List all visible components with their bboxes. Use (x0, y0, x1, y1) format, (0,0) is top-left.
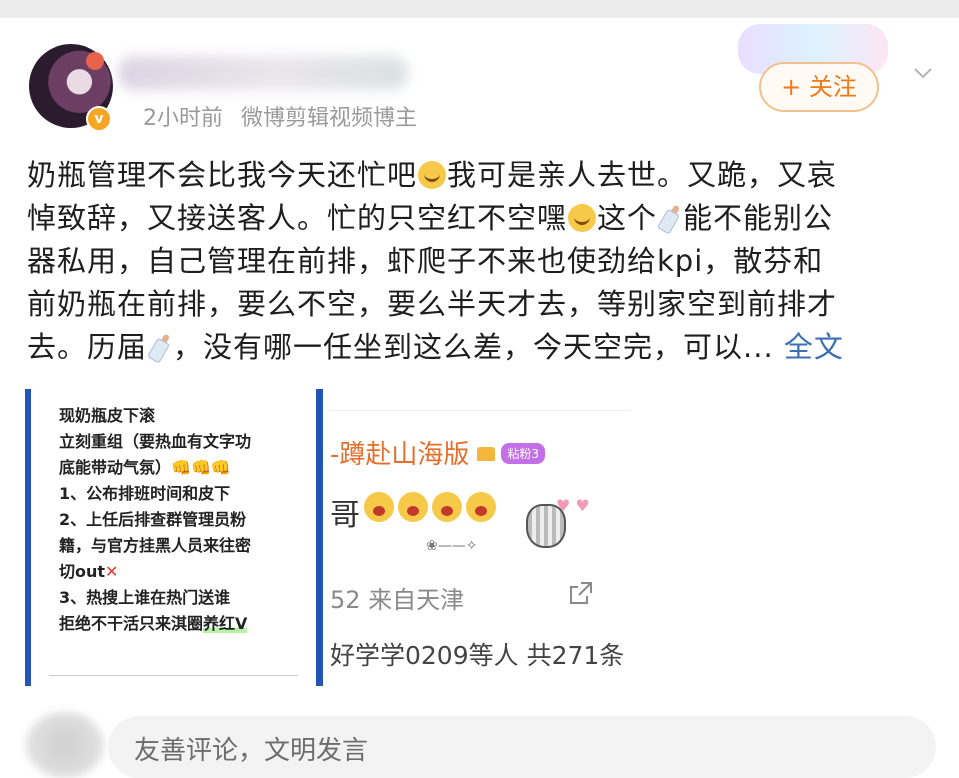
surprised-emoji (364, 492, 394, 522)
avatar-notification-dot (86, 52, 104, 70)
image-text-segment: 底能带动气氛） (59, 458, 172, 477)
chevron-down-icon[interactable] (912, 62, 934, 84)
verified-icon: v (86, 106, 112, 132)
image-text-line: 籍，与官方挂黑人员来往密 (59, 536, 252, 555)
wand-decoration: ❀——✧ (426, 538, 478, 554)
image-text-line: 现奶瓶皮下滚 (59, 406, 156, 425)
comment-placeholder: 友善评论，文明发言 (134, 736, 369, 766)
source-prefix: 52 (330, 586, 361, 614)
post-meta: 2小时前 微博剪辑视频博主 (143, 100, 417, 132)
image-text-segment: 拒绝不干活只来淇圈 (59, 614, 204, 633)
post-source: 微博剪辑视频博主 (241, 106, 418, 131)
surprised-emoji (432, 492, 462, 522)
post-text-segment: 这个 (597, 201, 658, 235)
highlighted-text: 养红V (203, 614, 248, 633)
post-text-segment: 前奶瓶在前排，要么不空，要么半天才去，等别家空到前排才 (27, 287, 838, 321)
follow-button[interactable]: + 关注 (759, 62, 879, 112)
fan-level-badge: 粘粉3 (501, 443, 546, 464)
hearts-icon: ♥ ♥ (556, 496, 590, 515)
surprised-emoji (398, 492, 428, 522)
share-icon[interactable] (568, 580, 594, 606)
name-tail: 哥 (330, 498, 360, 533)
image-left-text: 现奶瓶皮下滚 立刻重组（要热血有文字功 底能带动气氛）👊👊👊 1、公布排班时间和… (59, 403, 251, 637)
post-text-segment: 悼致辞，又接送客人。忙的只空红不空嘿 (27, 201, 568, 235)
post-text-segment: 器私用，自己管理在前排，虾爬子不来也使劲给kpi，散芬和 (27, 244, 824, 278)
image-source-line: 52 来自天津 (330, 580, 464, 615)
post-text-segment: 能不能别公 (683, 201, 834, 235)
post-text-segment: ，没有哪一任坐到这么差，今天空完，可以... (173, 330, 774, 364)
source-location: 来自天津 (368, 586, 465, 614)
comment-input[interactable]: 友善评论，文明发言 (108, 716, 936, 778)
commenter-avatar (26, 712, 104, 778)
image-text-line: 1、公布排班时间和皮下 (59, 484, 231, 503)
post-image-left[interactable]: 现奶瓶皮下滚 立刻重组（要热血有文字功 底能带动气氛）👊👊👊 1、公布排班时间和… (25, 389, 323, 686)
top-strip (0, 0, 959, 18)
baby-bottle-emoji (146, 332, 173, 365)
fist-emoji: 👊👊👊 (171, 458, 231, 477)
image-text-line: 拒绝不干活只来淇圈养红V (59, 611, 251, 637)
image-right-title: -蹲赴山海版 粘粉3 (330, 434, 546, 471)
post-time: 2小时前 (143, 106, 223, 131)
fan-group-title: -蹲赴山海版 (330, 440, 470, 470)
baby-bottle-emoji (656, 203, 683, 236)
post-text-lines: 悼致辞，又接送客人。忙的只空红不空嘿 这个 能不能别公 器私用，自己管理在前排，虾爬… (27, 154, 932, 369)
author-name-blurred[interactable] (118, 56, 408, 90)
crown-icon (477, 447, 496, 461)
post-text-segment: 去。历届 (27, 330, 148, 364)
image-text-line: 2、上任后排查群管理员粉 (59, 510, 247, 529)
cross-icon: ✕ (105, 562, 119, 581)
image-text-line: 底能带动气氛）👊👊👊 (59, 455, 251, 481)
image-text-line: 3、热搜上谁在热门送谁 (59, 588, 231, 607)
image-text-line: 切out✕ (59, 559, 251, 585)
sweat-smile-emoji (568, 204, 597, 232)
image-text-line: 立刻重组（要热血有文字功 (59, 432, 252, 451)
image-divider (330, 410, 630, 411)
surprised-emoji (466, 492, 496, 522)
image-divider (49, 675, 298, 676)
post-image-right[interactable]: -蹲赴山海版 粘粉3 哥 ♥ ♥ ❀——✧ 52 来自天津 好学学0209等人 共… (330, 404, 630, 686)
image-text-segment: 切out (59, 562, 106, 581)
likes-summary: 好学学0209等人 共271条 (330, 641, 625, 670)
expand-full-text-link[interactable]: 全文 (784, 330, 844, 364)
